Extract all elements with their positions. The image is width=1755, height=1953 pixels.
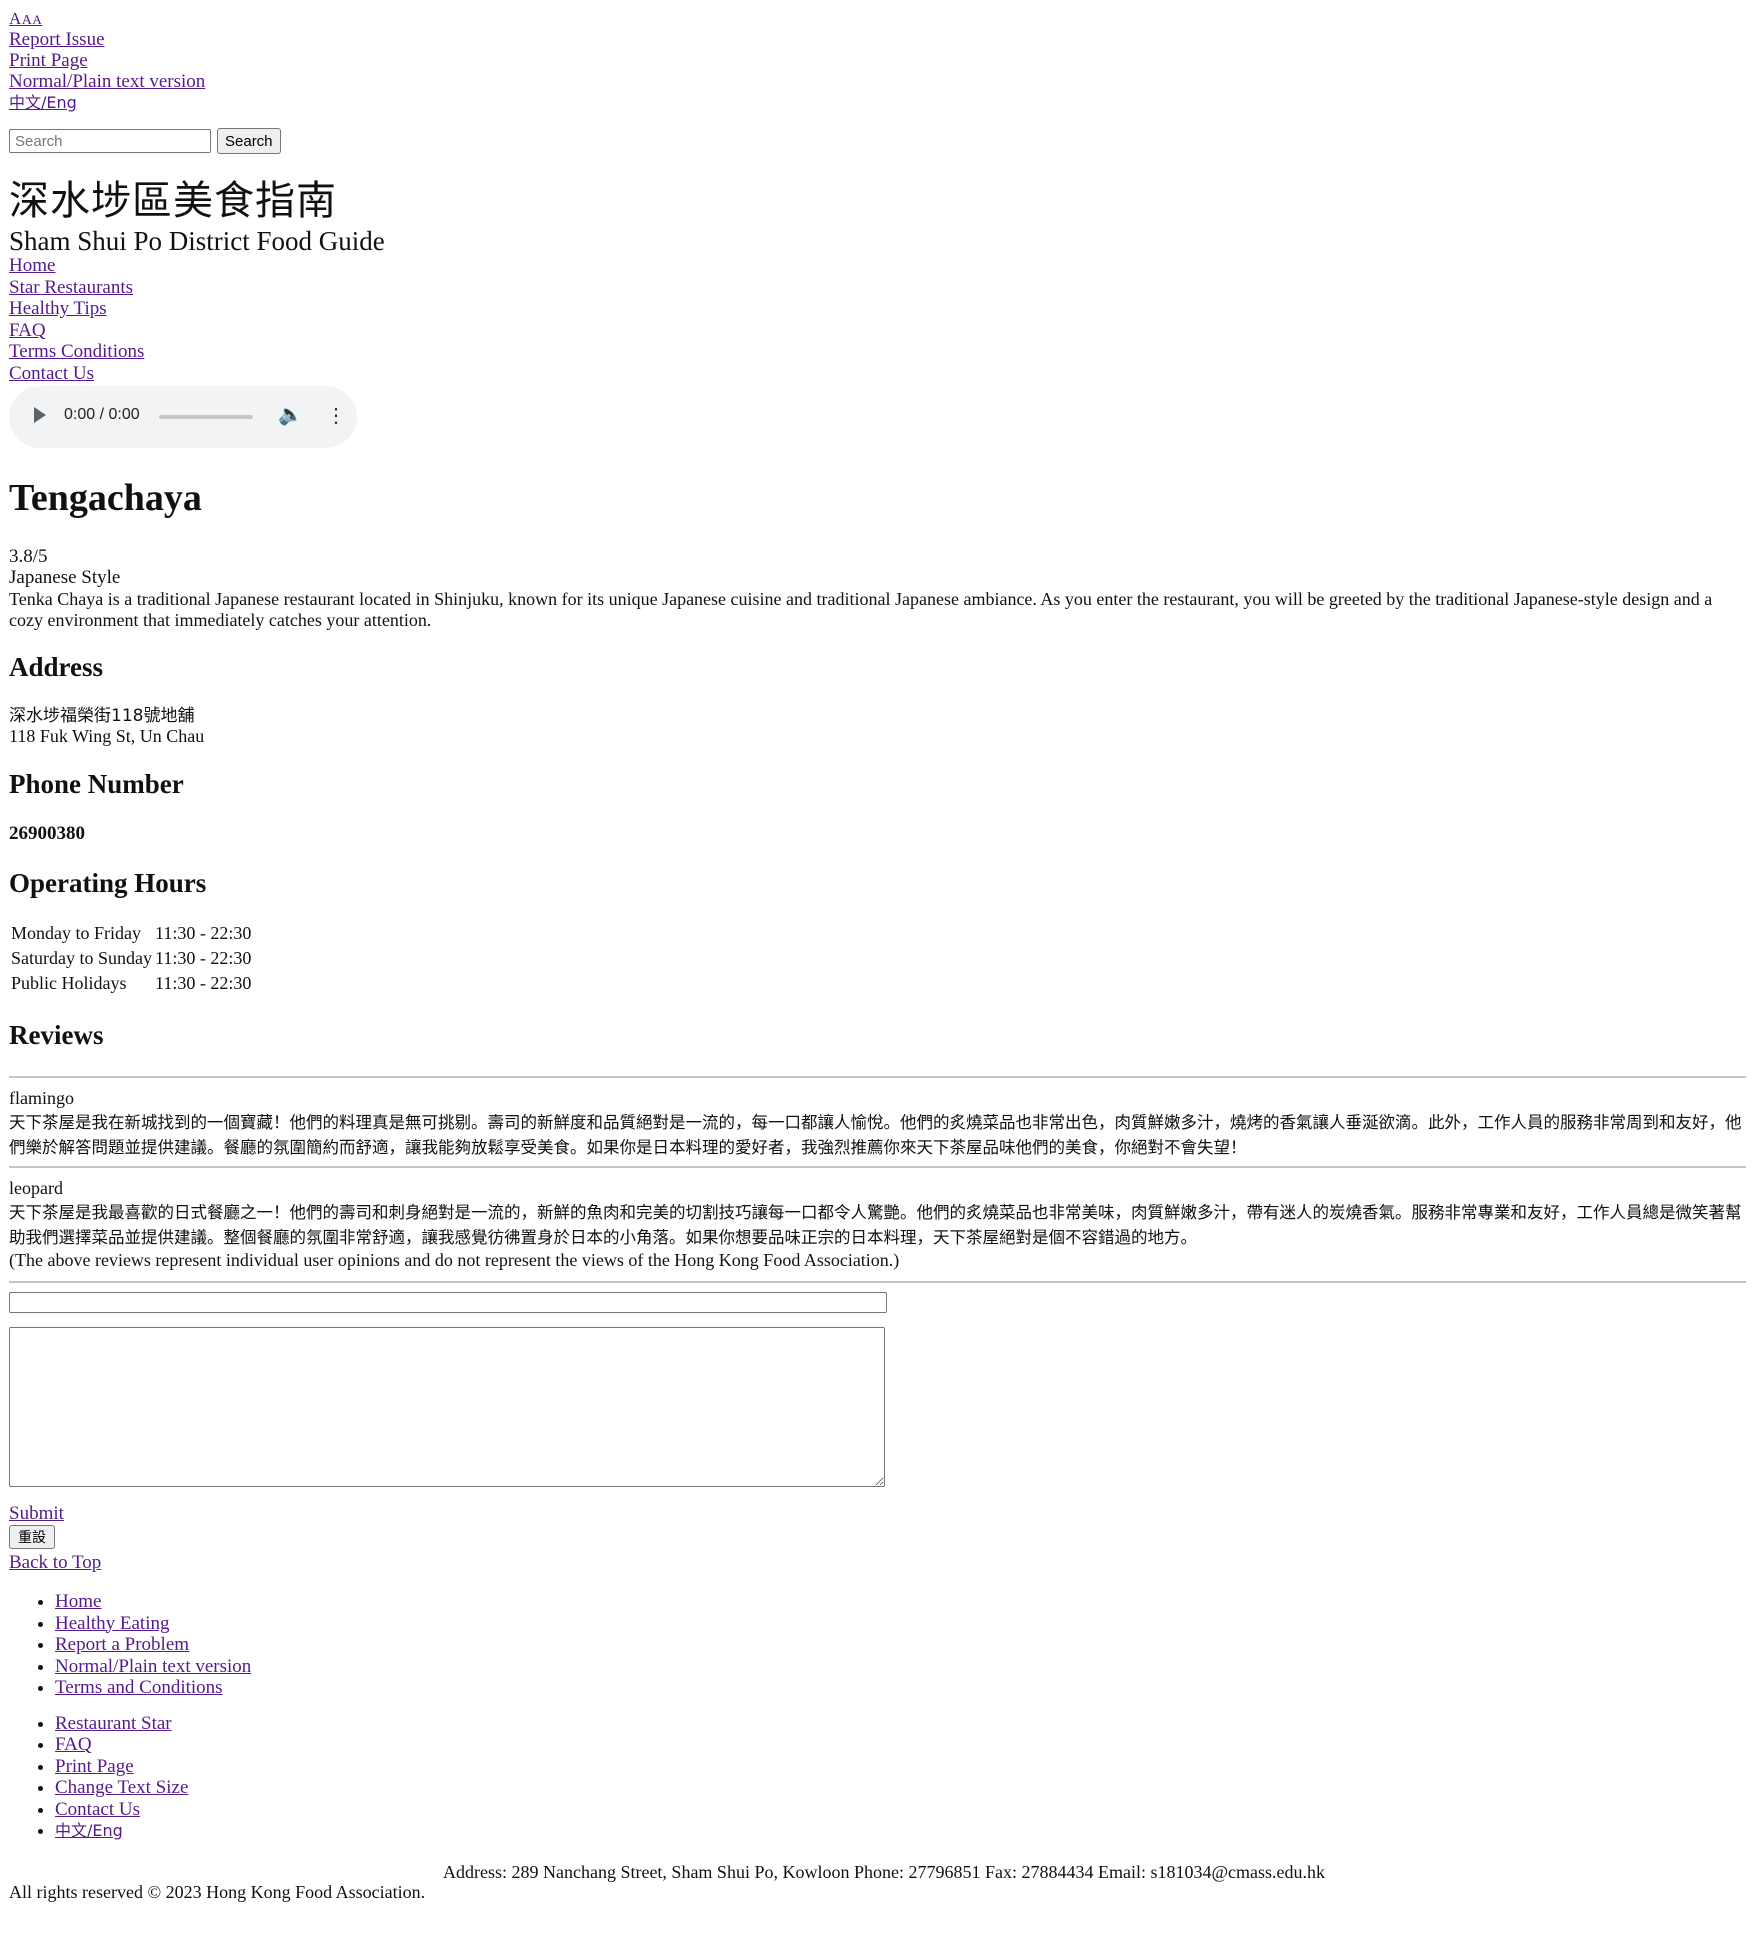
list-item: Change Text Size [55, 1777, 1746, 1799]
list-item: Print Page [55, 1756, 1746, 1778]
restaurant-name: Tengachaya [9, 477, 202, 520]
table-row: Saturday to Sunday 11:30 - 22:30 [11, 946, 251, 969]
change-font-size-link[interactable]: AAA [9, 9, 42, 28]
footer-link-plain-text[interactable]: Normal/Plain text version [55, 1656, 251, 1677]
audio-player: 0:00 / 0:00 🔈 ⋮ [9, 386, 357, 449]
hours-day: Public Holidays [11, 972, 127, 993]
footer-links-secondary: Restaurant Star FAQ Print Page Change Te… [9, 1713, 1746, 1842]
nav-item-home[interactable]: Home [9, 255, 55, 276]
font-size-small: A [32, 12, 43, 27]
hours-day: Monday to Friday [11, 922, 141, 943]
search-input[interactable] [9, 129, 211, 153]
audio-progress-slider[interactable] [159, 415, 253, 420]
site-title-chinese: 深水埗區美食指南 [9, 178, 337, 224]
review-item: leopard 天下茶屋是我最喜歡的日式餐廳之一！他們的壽司和刺身絕對是一流的，… [9, 1178, 1746, 1250]
review-body-textarea[interactable] [9, 1326, 885, 1487]
font-size-medium: A [21, 13, 33, 28]
table-row: Monday to Friday 11:30 - 22:30 [11, 921, 251, 944]
report-issue-link[interactable]: Report Issue [9, 29, 105, 50]
restaurant-rating: 3.8/5 [9, 546, 48, 568]
footer-copyright: All rights reserved © 2023 Hong Kong Foo… [9, 1881, 426, 1902]
review-text: 天下茶屋是我在新城找到的一個寶藏！他們的料理真是無可挑剔。壽司的新鮮度和品質絕對… [9, 1113, 1742, 1158]
site-title-english: Sham Shui Po District Food Guide [9, 226, 385, 256]
footer-link-text-size[interactable]: Change Text Size [55, 1777, 188, 1798]
nav-item-healthy-tips[interactable]: Healthy Tips [9, 298, 107, 319]
hours-time: 11:30 - 22:30 [155, 972, 252, 993]
review-text: 天下茶屋是我最喜歡的日式餐廳之一！他們的壽司和刺身絕對是一流的，新鮮的魚肉和完美… [9, 1203, 1742, 1248]
language-toggle-link[interactable]: 中文/Eng [9, 93, 77, 112]
top-toolbar: AAA Report Issue Print Page Normal/Plain… [9, 8, 1746, 113]
divider [9, 1166, 1746, 1169]
hours-day: Saturday to Sunday [11, 947, 152, 968]
hours-time: 11:30 - 22:30 [155, 922, 252, 943]
search-button[interactable]: Search [217, 128, 281, 154]
reviews-disclaimer: (The above reviews represent individual … [9, 1250, 900, 1271]
reset-button[interactable]: 重設 [9, 1524, 55, 1549]
footer-link-home[interactable]: Home [55, 1591, 101, 1612]
footer-link-language[interactable]: 中文/Eng [55, 1821, 123, 1840]
nav-item-terms[interactable]: Terms Conditions [9, 341, 144, 362]
restaurant-description: Tenka Chaya is a traditional Japanese re… [9, 588, 1713, 631]
address-block: 深水埗福榮街118號地舖 118 Fuk Wing St, Un Chau [9, 705, 1746, 746]
address-english: 118 Fuk Wing St, Un Chau [9, 725, 205, 746]
review-title-input[interactable] [9, 1291, 887, 1313]
footer-link-print-page[interactable]: Print Page [55, 1756, 134, 1777]
back-to-top-link[interactable]: Back to Top [9, 1552, 101, 1573]
nav-item-faq[interactable]: FAQ [9, 320, 46, 341]
footer-contact-info: Address: 289 Nanchang Street, Sham Shui … [442, 1861, 1326, 1882]
list-item: Healthy Eating [55, 1613, 1746, 1635]
operating-hours-table: Monday to Friday 11:30 - 22:30 Saturday … [8, 919, 254, 996]
play-icon[interactable] [34, 407, 46, 424]
review-user: flamingo [9, 1088, 74, 1109]
hours-heading: Operating Hours [9, 867, 207, 898]
phone-heading: Phone Number [9, 768, 184, 799]
main-nav: Home Star Restaurants Healthy Tips FAQ T… [9, 255, 1746, 384]
search-bar: Search [9, 127, 1746, 155]
footer-link-report-problem[interactable]: Report a Problem [55, 1634, 189, 1655]
restaurant-meta: 3.8/5 Japanese Style Tenka Chaya is a tr… [9, 546, 1746, 632]
restaurant-style: Japanese Style [9, 567, 121, 589]
address-heading: Address [9, 651, 104, 682]
list-item: Normal/Plain text version [55, 1656, 1746, 1678]
nav-item-star-restaurants[interactable]: Star Restaurants [9, 277, 133, 298]
phone-number: 26900380 [9, 823, 85, 845]
list-item: Restaurant Star [55, 1713, 1746, 1735]
review-user: leopard [9, 1178, 63, 1199]
review-item: flamingo 天下茶屋是我在新城找到的一個寶藏！他們的料理真是無可挑剔。壽司… [9, 1088, 1746, 1160]
list-item: Terms and Conditions [55, 1677, 1746, 1699]
plain-text-version-link[interactable]: Normal/Plain text version [9, 71, 205, 92]
footer-link-restaurant-star[interactable]: Restaurant Star [55, 1713, 172, 1734]
address-chinese: 深水埗福榮街118號地舖 [9, 705, 195, 726]
print-page-link[interactable]: Print Page [9, 50, 88, 71]
list-item: 中文/Eng [55, 1820, 1746, 1842]
list-item: Report a Problem [55, 1634, 1746, 1656]
list-item: Home [55, 1591, 1746, 1613]
divider [9, 1076, 1746, 1079]
hours-time: 11:30 - 22:30 [155, 947, 252, 968]
footer-link-terms[interactable]: Terms and Conditions [55, 1677, 223, 1698]
more-options-icon[interactable]: ⋮ [326, 405, 346, 427]
divider [9, 1280, 1746, 1283]
audio-time: 0:00 / 0:00 [64, 406, 140, 424]
volume-icon[interactable]: 🔈 [278, 404, 303, 426]
list-item: Contact Us [55, 1799, 1746, 1821]
footer-links-primary: Home Healthy Eating Report a Problem Nor… [9, 1591, 1746, 1699]
reviews-heading: Reviews [9, 1020, 104, 1051]
submit-link[interactable]: Submit [9, 1503, 64, 1524]
font-size-large: A [9, 9, 22, 28]
footer-link-faq[interactable]: FAQ [55, 1734, 92, 1755]
nav-item-contact[interactable]: Contact Us [9, 363, 94, 384]
table-row: Public Holidays 11:30 - 22:30 [11, 971, 251, 994]
footer-link-contact[interactable]: Contact Us [55, 1799, 140, 1820]
footer-link-healthy-eating[interactable]: Healthy Eating [55, 1613, 170, 1634]
list-item: FAQ [55, 1734, 1746, 1756]
